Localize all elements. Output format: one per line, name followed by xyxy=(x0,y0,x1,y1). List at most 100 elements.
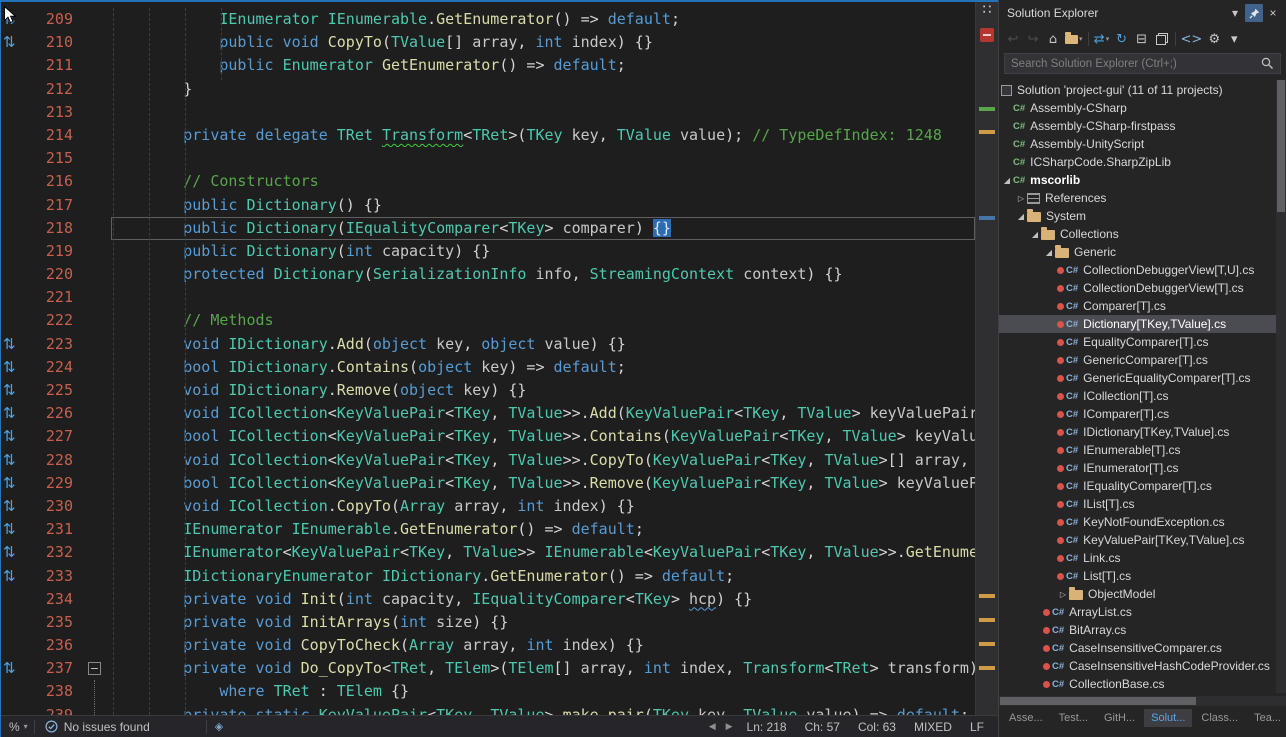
code-line[interactable]: 213 xyxy=(1,101,975,124)
forward-button[interactable]: ↪ xyxy=(1023,29,1043,49)
line-number[interactable]: 226 xyxy=(31,402,79,425)
close-icon[interactable]: × xyxy=(1264,4,1282,22)
code-line[interactable]: ⇅226 void ICollection<KeyValuePair<TKey,… xyxy=(1,402,975,425)
nav-back-icon[interactable]: ◀ xyxy=(704,721,721,732)
search-icon[interactable] xyxy=(1261,57,1274,70)
override-indicator-icon[interactable]: ⇅ xyxy=(3,333,16,356)
tree-item[interactable]: C#Assembly-UnityScript xyxy=(999,135,1286,153)
override-indicator-icon[interactable]: ⇅ xyxy=(3,565,16,588)
line-number[interactable]: 229 xyxy=(31,472,79,495)
tree-item[interactable]: C#IEqualityComparer[T].cs xyxy=(999,477,1286,495)
code-line[interactable]: 234 private void Init(int capacity, IEqu… xyxy=(1,588,975,611)
tree-item[interactable]: C#KeyNotFoundException.cs xyxy=(999,513,1286,531)
tree-item[interactable]: C#Comparer[T].cs xyxy=(999,297,1286,315)
code-line[interactable]: 235 private void InitArrays(int size) {} xyxy=(1,611,975,634)
override-indicator-icon[interactable]: ⇅ xyxy=(3,472,16,495)
window-menu-icon[interactable]: ▾ xyxy=(1226,4,1244,22)
collapsed-arrow-icon[interactable]: ▷ xyxy=(1057,590,1069,599)
line-number[interactable]: 210 xyxy=(31,31,79,54)
expanded-arrow-icon[interactable]: ◢ xyxy=(1001,176,1013,185)
override-indicator-icon[interactable]: ⇅ xyxy=(3,379,16,402)
line-number[interactable]: 224 xyxy=(31,356,79,379)
view-code-button[interactable]: <> xyxy=(1179,29,1205,49)
line-ending-indicator[interactable]: LF xyxy=(970,720,984,734)
code-line[interactable]: 212 } xyxy=(1,78,975,101)
home-button[interactable]: ⌂ xyxy=(1043,29,1063,49)
panel-tab-asse[interactable]: Asse... xyxy=(1002,709,1050,727)
tree-item[interactable]: ▷ObjectModel xyxy=(999,585,1286,603)
line-number[interactable]: 232 xyxy=(31,541,79,564)
search-input[interactable]: Search Solution Explorer (Ctrl+;) xyxy=(1004,53,1281,74)
line-indicator[interactable]: Ln: 218 xyxy=(747,720,787,734)
character-indicator[interactable]: Ch: 57 xyxy=(805,720,840,734)
tree-item[interactable]: ◢Generic xyxy=(999,243,1286,261)
line-number[interactable]: 214 xyxy=(31,124,79,147)
line-number[interactable]: 213 xyxy=(31,101,79,124)
line-number[interactable]: 217 xyxy=(31,194,79,217)
panel-vertical-scrollbar[interactable] xyxy=(1276,80,1286,693)
code-line[interactable]: ⇅210 public void CopyTo(TValue[] array, … xyxy=(1,31,975,54)
line-number[interactable]: 228 xyxy=(31,449,79,472)
line-number[interactable]: 216 xyxy=(31,170,79,193)
code-line[interactable]: ⇅225 void IDictionary.Remove(object key)… xyxy=(1,379,975,402)
tree-item[interactable]: C#CollectionBase.cs xyxy=(999,675,1286,693)
code-line[interactable]: 211 public Enumerator GetEnumerator() =>… xyxy=(1,54,975,77)
refresh-button[interactable]: ↻ xyxy=(1112,29,1132,49)
line-number[interactable]: 215 xyxy=(31,147,79,170)
tree-item[interactable]: C#GenericEqualityComparer[T].cs xyxy=(999,369,1286,387)
tree-item[interactable]: C#IDictionary[TKey,TValue].cs xyxy=(999,423,1286,441)
expanded-arrow-icon[interactable]: ◢ xyxy=(1043,248,1055,257)
code-line[interactable]: 214 private delegate TRet Transform<TRet… xyxy=(1,124,975,147)
code-editor[interactable]: ⇅209 IEnumerator IEnumerable.GetEnumerat… xyxy=(1,2,975,715)
tree-item[interactable]: C#ICSharpCode.SharpZipLib xyxy=(999,153,1286,171)
override-indicator-icon[interactable]: ⇅ xyxy=(3,449,16,472)
line-number[interactable]: 238 xyxy=(31,680,79,703)
code-line[interactable]: 215 xyxy=(1,147,975,170)
column-indicator[interactable]: Col: 63 xyxy=(858,720,896,734)
tree-item[interactable]: C#IComparer[T].cs xyxy=(999,405,1286,423)
tree-item[interactable]: C#EqualityComparer[T].cs xyxy=(999,333,1286,351)
tree-item[interactable]: C#KeyValuePair[TKey,TValue].cs xyxy=(999,531,1286,549)
override-indicator-icon[interactable]: ⇅ xyxy=(3,356,16,379)
override-indicator-icon[interactable]: ⇅ xyxy=(3,425,16,448)
line-number[interactable]: 239 xyxy=(31,704,79,715)
scope-button[interactable]: ▾ xyxy=(1063,29,1085,49)
expanded-arrow-icon[interactable]: ◢ xyxy=(1029,230,1041,239)
tree-item[interactable]: C#CaseInsensitiveHashCodeProvider.cs xyxy=(999,657,1286,675)
panel-tab-class[interactable]: Class... xyxy=(1194,709,1245,727)
pages-button[interactable] xyxy=(1152,29,1172,49)
status-extra-icon[interactable]: ◈ xyxy=(207,720,231,733)
tree-item[interactable]: C#IEnumerable[T].cs xyxy=(999,441,1286,459)
tree-item[interactable]: C#Assembly-CSharp-firstpass xyxy=(999,117,1286,135)
panel-tab-test[interactable]: Test... xyxy=(1052,709,1095,727)
tree-item[interactable]: ▷References xyxy=(999,189,1286,207)
line-number[interactable]: 233 xyxy=(31,565,79,588)
tree-item[interactable]: C#CaseInsensitiveComparer.cs xyxy=(999,639,1286,657)
code-line[interactable]: ⇅209 IEnumerator IEnumerable.GetEnumerat… xyxy=(1,8,975,31)
line-number[interactable]: 223 xyxy=(31,333,79,356)
code-line[interactable]: 217 public Dictionary() {} xyxy=(1,194,975,217)
code-line[interactable]: 220 protected Dictionary(SerializationIn… xyxy=(1,263,975,286)
code-line[interactable]: 236 private void CopyToCheck(Array array… xyxy=(1,634,975,657)
code-line[interactable]: ⇅228 void ICollection<KeyValuePair<TKey,… xyxy=(1,449,975,472)
code-line[interactable]: 239 private static KeyValuePair<TKey, TV… xyxy=(1,704,975,715)
code-line[interactable]: ⇅231 IEnumerator IEnumerable.GetEnumerat… xyxy=(1,518,975,541)
scrollbar-grip-icon[interactable]: ∷ xyxy=(976,2,998,18)
line-number[interactable]: 227 xyxy=(31,425,79,448)
override-indicator-icon[interactable]: ⇅ xyxy=(3,541,16,564)
tree-item[interactable]: C#Link.cs xyxy=(999,549,1286,567)
code-line[interactable]: ⇅229 bool ICollection<KeyValuePair<TKey,… xyxy=(1,472,975,495)
issues-status[interactable]: No issues found xyxy=(35,720,160,734)
expanded-arrow-icon[interactable]: ◢ xyxy=(1015,212,1027,221)
line-number[interactable]: 212 xyxy=(31,78,79,101)
override-indicator-icon[interactable]: ⇅ xyxy=(3,657,16,680)
tree-item[interactable]: Solution 'project-gui' (11 of 11 project… xyxy=(999,81,1286,99)
tree-item[interactable]: C#IEnumerator[T].cs xyxy=(999,459,1286,477)
tree-item[interactable]: C#ArrayList.cs xyxy=(999,603,1286,621)
editor-scrollbar[interactable]: ∷ xyxy=(975,2,998,715)
tree-item[interactable]: C#CollectionDebuggerView[T,U].cs xyxy=(999,261,1286,279)
line-number[interactable]: 237 xyxy=(31,657,79,680)
properties-button[interactable]: ⚙ xyxy=(1204,29,1224,49)
override-indicator-icon[interactable]: ⇅ xyxy=(3,402,16,425)
code-line[interactable]: 216 // Constructors xyxy=(1,170,975,193)
